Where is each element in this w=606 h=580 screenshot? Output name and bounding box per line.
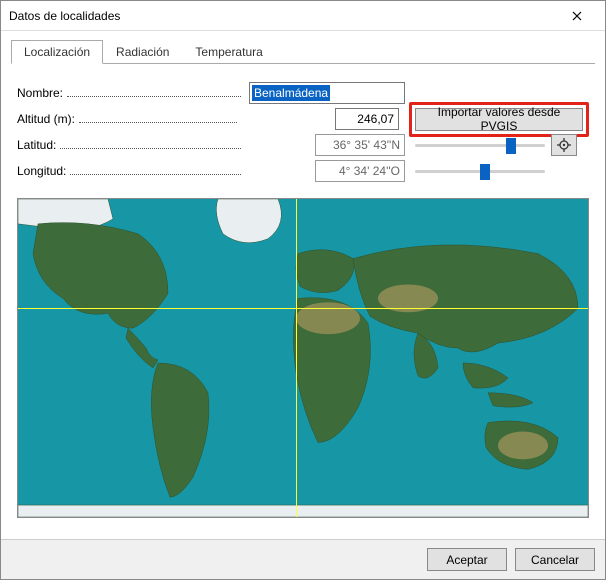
import-pvgis-button[interactable]: Importar valores desde PVGIS bbox=[415, 108, 583, 131]
slider-thumb[interactable] bbox=[506, 138, 516, 154]
dots bbox=[79, 122, 237, 123]
dots bbox=[60, 148, 241, 149]
altitud-input[interactable] bbox=[335, 108, 399, 130]
dialog-footer: Aceptar Cancelar bbox=[1, 539, 605, 579]
import-highlight: Importar valores desde PVGIS bbox=[409, 102, 589, 137]
dots bbox=[70, 174, 241, 175]
slider-track bbox=[415, 144, 545, 147]
label-altitud: Altitud (m): bbox=[17, 112, 75, 126]
label-latitud: Latitud: bbox=[17, 138, 56, 152]
label-longitud: Longitud: bbox=[17, 164, 66, 178]
target-icon bbox=[557, 138, 571, 152]
tab-localizacion[interactable]: Localización bbox=[11, 40, 103, 64]
tab-strip: Localización Radiación Temperatura bbox=[11, 39, 595, 64]
row-altitud: Altitud (m): Importar valores desde PVGI… bbox=[17, 106, 589, 132]
close-button[interactable] bbox=[557, 2, 597, 30]
target-button[interactable] bbox=[551, 134, 577, 156]
slider-thumb[interactable] bbox=[480, 164, 490, 180]
tab-temperatura[interactable]: Temperatura bbox=[182, 40, 275, 64]
content-area: Localización Radiación Temperatura Nombr… bbox=[1, 31, 605, 539]
row-latitud: Latitud: bbox=[17, 132, 589, 158]
window-title: Datos de localidades bbox=[9, 9, 557, 23]
accept-button[interactable]: Aceptar bbox=[427, 548, 507, 571]
close-icon bbox=[572, 11, 582, 21]
latitud-input[interactable] bbox=[315, 134, 405, 156]
longitud-input[interactable] bbox=[315, 160, 405, 182]
map-crosshair-horizontal bbox=[18, 308, 588, 309]
dots bbox=[67, 96, 241, 97]
world-map[interactable] bbox=[17, 198, 589, 518]
nombre-input-wrap[interactable]: Benalmádena bbox=[249, 82, 405, 104]
form-area: Nombre: Benalmádena Altitud (m): bbox=[11, 80, 595, 184]
cancel-button[interactable]: Cancelar bbox=[515, 548, 595, 571]
map-svg bbox=[18, 199, 588, 517]
longitud-slider[interactable] bbox=[415, 162, 545, 180]
map-crosshair-vertical bbox=[296, 199, 297, 517]
tab-radiacion[interactable]: Radiación bbox=[103, 40, 182, 64]
row-longitud: Longitud: bbox=[17, 158, 589, 184]
dialog-window: Datos de localidades Localización Radiac… bbox=[0, 0, 606, 580]
label-nombre: Nombre: bbox=[17, 86, 63, 100]
latitud-slider[interactable] bbox=[415, 136, 545, 154]
title-bar: Datos de localidades bbox=[1, 1, 605, 31]
nombre-input-selection: Benalmádena bbox=[252, 85, 330, 101]
